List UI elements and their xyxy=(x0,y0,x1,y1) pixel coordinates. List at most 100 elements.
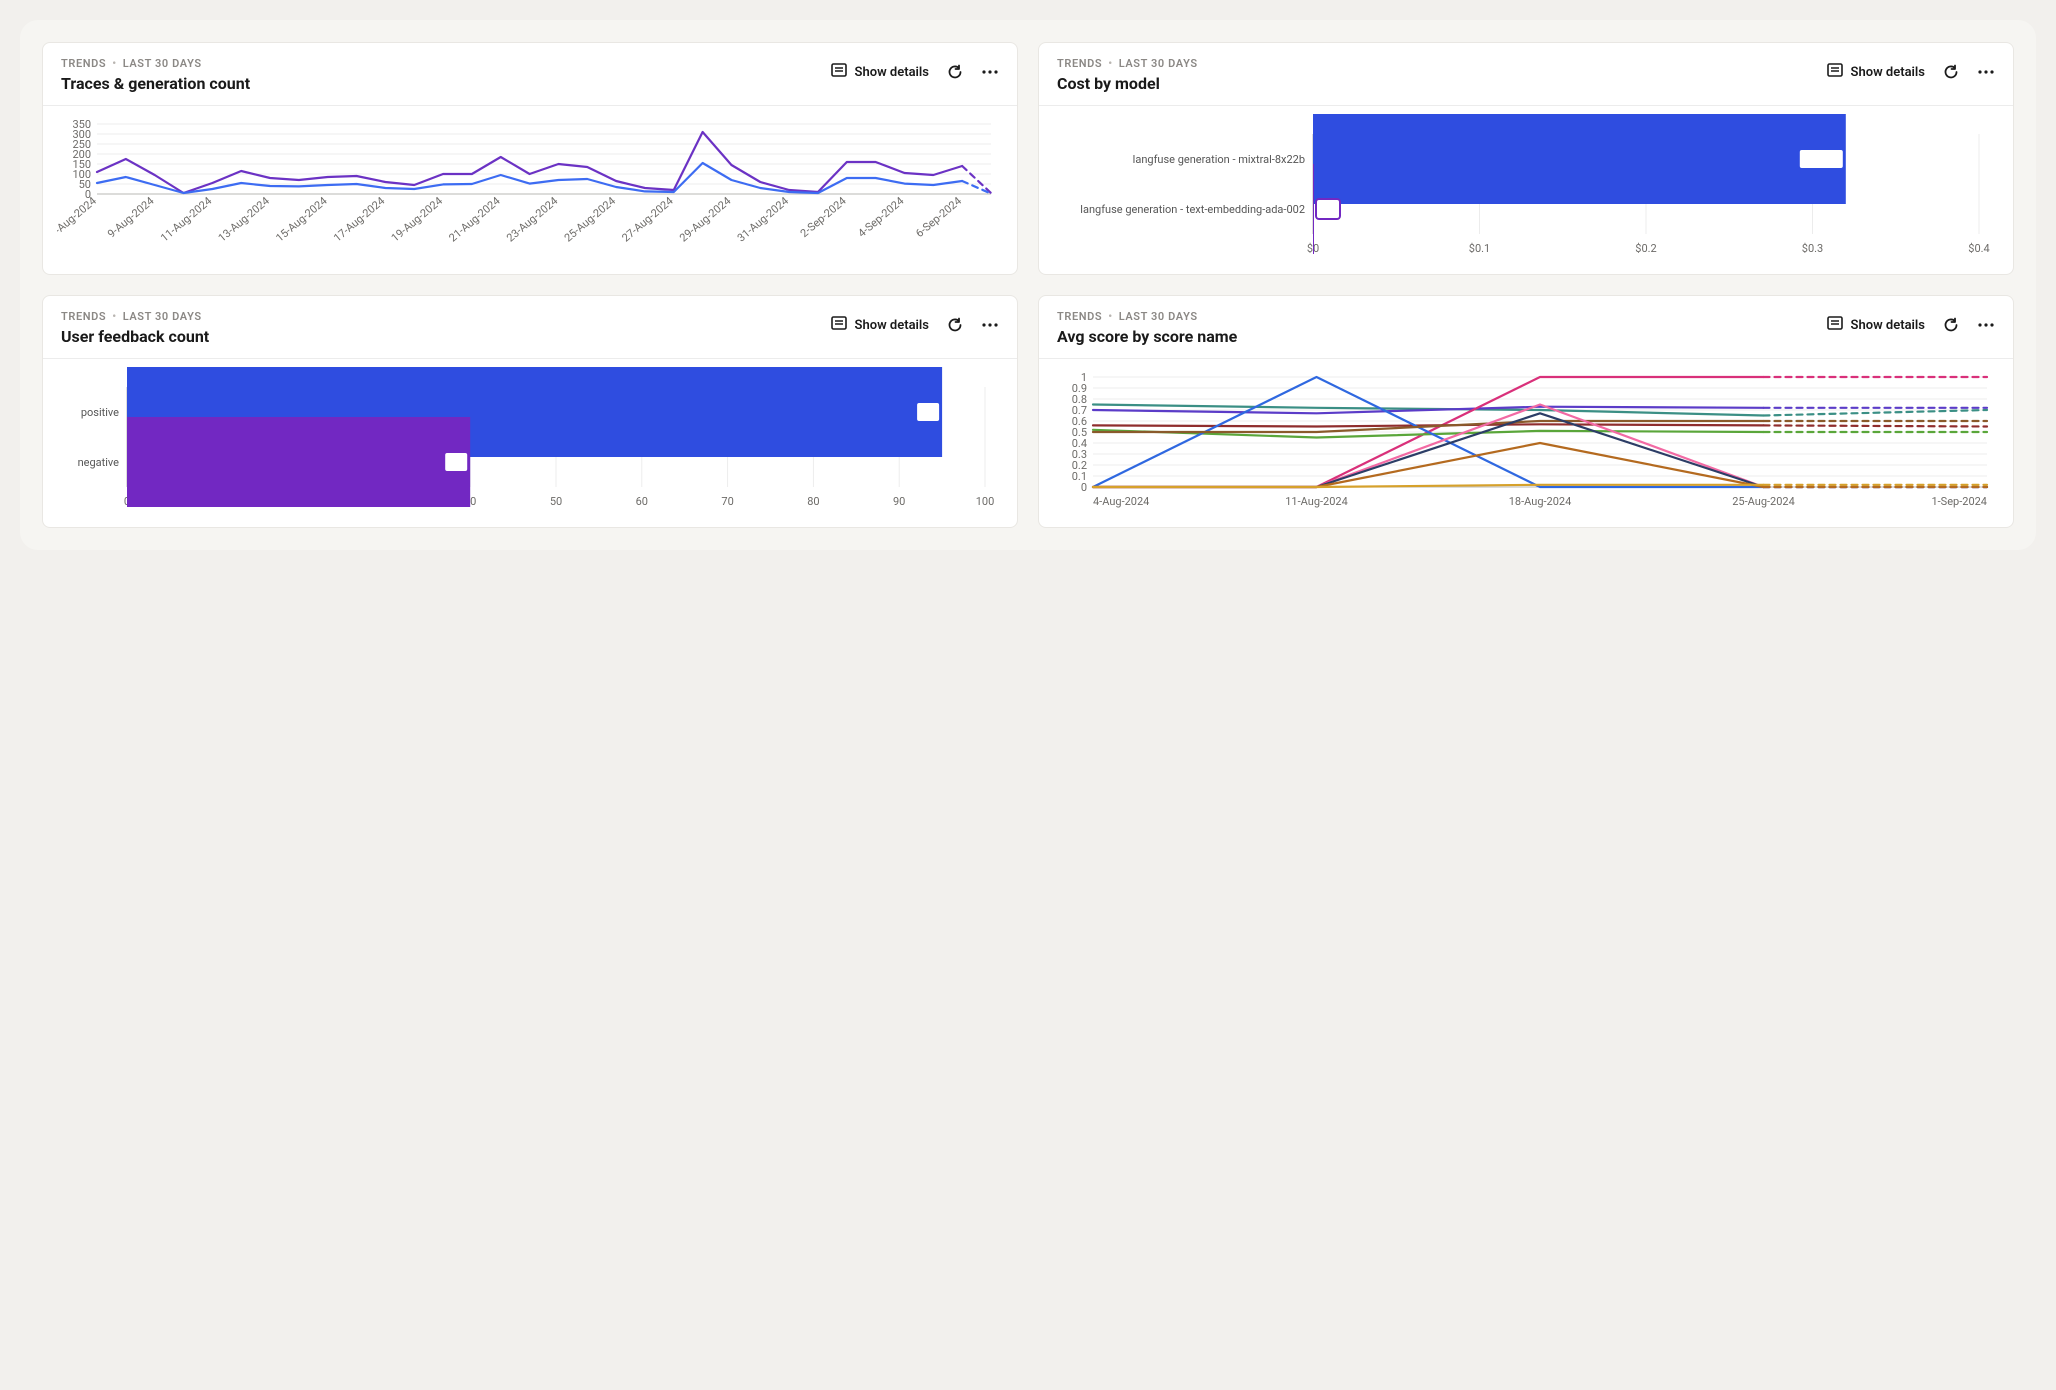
svg-text:31-Aug-2024: 31-Aug-2024 xyxy=(735,194,791,244)
svg-text:100: 100 xyxy=(976,495,995,508)
eyebrow-right: LAST 30 DAYS xyxy=(1119,310,1198,323)
refresh-button[interactable] xyxy=(1943,317,1959,333)
details-icon xyxy=(1827,316,1843,334)
svg-text:4-Sep-2024: 4-Sep-2024 xyxy=(856,194,907,240)
svg-text:6-Sep-2024: 6-Sep-2024 xyxy=(913,194,964,240)
card-title: Traces & generation count xyxy=(61,74,250,93)
chart-cost-body: $0 $0.1 $0.2 $0.3 $0.4 langfuse generation - … xyxy=(1039,106,2013,274)
svg-text:9-Aug-2024: 9-Aug-2024 xyxy=(105,194,157,240)
chart-traces: 0501001502002503003507-Aug-20249-Aug-202… xyxy=(57,114,1003,264)
more-menu-button[interactable] xyxy=(981,64,999,80)
eyebrow-separator: • xyxy=(1108,57,1113,70)
eyebrow-right: LAST 30 DAYS xyxy=(1119,57,1198,70)
card-header: TRENDS • LAST 30 DAYS Cost by model Show… xyxy=(1039,43,2013,106)
eyebrow: TRENDS • LAST 30 DAYS xyxy=(1057,310,1237,323)
svg-text:1: 1 xyxy=(1081,371,1087,384)
eyebrow-left: TRENDS xyxy=(61,57,106,70)
card-actions: Show details xyxy=(831,316,999,334)
svg-text:350: 350 xyxy=(72,118,91,131)
show-details-label: Show details xyxy=(1851,65,1925,80)
svg-text:40: 40 xyxy=(450,456,463,469)
card-header: TRENDS • LAST 30 DAYS Avg score by score… xyxy=(1039,296,2013,359)
chart-traces-body: 0501001502002503003507-Aug-20249-Aug-202… xyxy=(43,106,1017,274)
svg-text:negative: negative xyxy=(78,456,120,469)
refresh-button[interactable] xyxy=(947,317,963,333)
show-details-label: Show details xyxy=(1851,318,1925,333)
dashboard-grid: TRENDS • LAST 30 DAYS Traces & generatio… xyxy=(20,20,2036,550)
svg-text:$0.3: $0.3 xyxy=(1802,242,1823,255)
eyebrow-right: LAST 30 DAYS xyxy=(123,310,202,323)
show-details-button[interactable]: Show details xyxy=(1827,63,1925,81)
chart-feedback-body: 0102030405060708090100positive95negative… xyxy=(43,359,1017,527)
card-actions: Show details xyxy=(831,63,999,81)
svg-text:21-Aug-2024: 21-Aug-2024 xyxy=(446,194,502,244)
eyebrow: TRENDS • LAST 30 DAYS xyxy=(1057,57,1198,70)
svg-text:11-Aug-2024: 11-Aug-2024 xyxy=(1285,495,1348,508)
svg-text:2-Sep-2024: 2-Sep-2024 xyxy=(798,194,849,240)
eyebrow-separator: • xyxy=(1108,310,1113,323)
svg-text:1-Sep-2024: 1-Sep-2024 xyxy=(1931,495,1987,508)
eyebrow-separator: • xyxy=(112,57,117,70)
show-details-button[interactable]: Show details xyxy=(831,316,929,334)
details-icon xyxy=(831,63,847,81)
svg-text:langfuse generation - mixtral-: langfuse generation - mixtral-8x22b xyxy=(1133,153,1305,166)
svg-text:90: 90 xyxy=(893,495,905,508)
svg-text:7-Aug-2024: 7-Aug-2024 xyxy=(57,194,99,240)
more-menu-button[interactable] xyxy=(1977,64,1995,80)
details-icon xyxy=(831,316,847,334)
eyebrow-left: TRENDS xyxy=(61,310,106,323)
card-header: TRENDS • LAST 30 DAYS Traces & generatio… xyxy=(43,43,1017,106)
details-icon xyxy=(1827,63,1843,81)
more-menu-button[interactable] xyxy=(981,317,999,333)
chart-cost: $0 $0.1 $0.2 $0.3 $0.4 langfuse generation - … xyxy=(1053,114,1999,264)
eyebrow: TRENDS • LAST 30 DAYS xyxy=(61,57,250,70)
svg-text:18-Aug-2024: 18-Aug-2024 xyxy=(1509,495,1572,508)
card-actions: Show details xyxy=(1827,316,1995,334)
svg-text:$0.4: $0.4 xyxy=(1968,242,1989,255)
svg-text:$0.32: $0.32 xyxy=(1807,153,1835,166)
card-score: TRENDS • LAST 30 DAYS Avg score by score… xyxy=(1038,295,2014,528)
card-title: Avg score by score name xyxy=(1057,327,1237,346)
svg-text:positive: positive xyxy=(81,406,119,419)
svg-text:17-Aug-2024: 17-Aug-2024 xyxy=(331,194,387,244)
eyebrow-left: TRENDS xyxy=(1057,57,1102,70)
eyebrow-right: LAST 30 DAYS xyxy=(123,57,202,70)
svg-text:15-Aug-2024: 15-Aug-2024 xyxy=(273,194,329,244)
show-details-button[interactable]: Show details xyxy=(1827,316,1925,334)
card-cost: TRENDS • LAST 30 DAYS Cost by model Show… xyxy=(1038,42,2014,275)
card-traces: TRENDS • LAST 30 DAYS Traces & generatio… xyxy=(42,42,1018,275)
more-menu-button[interactable] xyxy=(1977,317,1995,333)
card-actions: Show details xyxy=(1827,63,1995,81)
show-details-label: Show details xyxy=(855,65,929,80)
svg-text:$0.1: $0.1 xyxy=(1469,242,1490,255)
chart-score: 00.10.20.30.40.50.60.70.80.914-Aug-20241… xyxy=(1053,367,1999,517)
card-title: Cost by model xyxy=(1057,74,1198,93)
svg-text:60: 60 xyxy=(636,495,648,508)
svg-text:$0: $0 xyxy=(1322,203,1335,216)
chart-feedback: 0102030405060708090100positive95negative… xyxy=(57,367,1003,517)
eyebrow-separator: • xyxy=(112,310,117,323)
eyebrow: TRENDS • LAST 30 DAYS xyxy=(61,310,209,323)
show-details-label: Show details xyxy=(855,318,929,333)
svg-text:27-Aug-2024: 27-Aug-2024 xyxy=(619,194,675,244)
card-header: TRENDS • LAST 30 DAYS User feedback coun… xyxy=(43,296,1017,359)
svg-text:25-Aug-2024: 25-Aug-2024 xyxy=(1732,495,1795,508)
svg-text:23-Aug-2024: 23-Aug-2024 xyxy=(504,194,560,244)
card-title: User feedback count xyxy=(61,327,209,346)
svg-text:4-Aug-2024: 4-Aug-2024 xyxy=(1093,495,1149,508)
svg-text:95: 95 xyxy=(922,406,935,419)
show-details-button[interactable]: Show details xyxy=(831,63,929,81)
svg-text:langfuse generation - text-emb: langfuse generation - text-embedding-ada… xyxy=(1080,203,1305,216)
svg-text:$0.2: $0.2 xyxy=(1635,242,1656,255)
refresh-button[interactable] xyxy=(947,64,963,80)
card-feedback: TRENDS • LAST 30 DAYS User feedback coun… xyxy=(42,295,1018,528)
refresh-button[interactable] xyxy=(1943,64,1959,80)
eyebrow-left: TRENDS xyxy=(1057,310,1102,323)
svg-text:70: 70 xyxy=(721,495,733,508)
svg-text:29-Aug-2024: 29-Aug-2024 xyxy=(677,194,733,244)
chart-score-body: 00.10.20.30.40.50.60.70.80.914-Aug-20241… xyxy=(1039,359,2013,527)
svg-text:11-Aug-2024: 11-Aug-2024 xyxy=(158,194,214,244)
svg-text:19-Aug-2024: 19-Aug-2024 xyxy=(389,194,445,244)
svg-text:80: 80 xyxy=(807,495,819,508)
svg-text:50: 50 xyxy=(550,495,562,508)
